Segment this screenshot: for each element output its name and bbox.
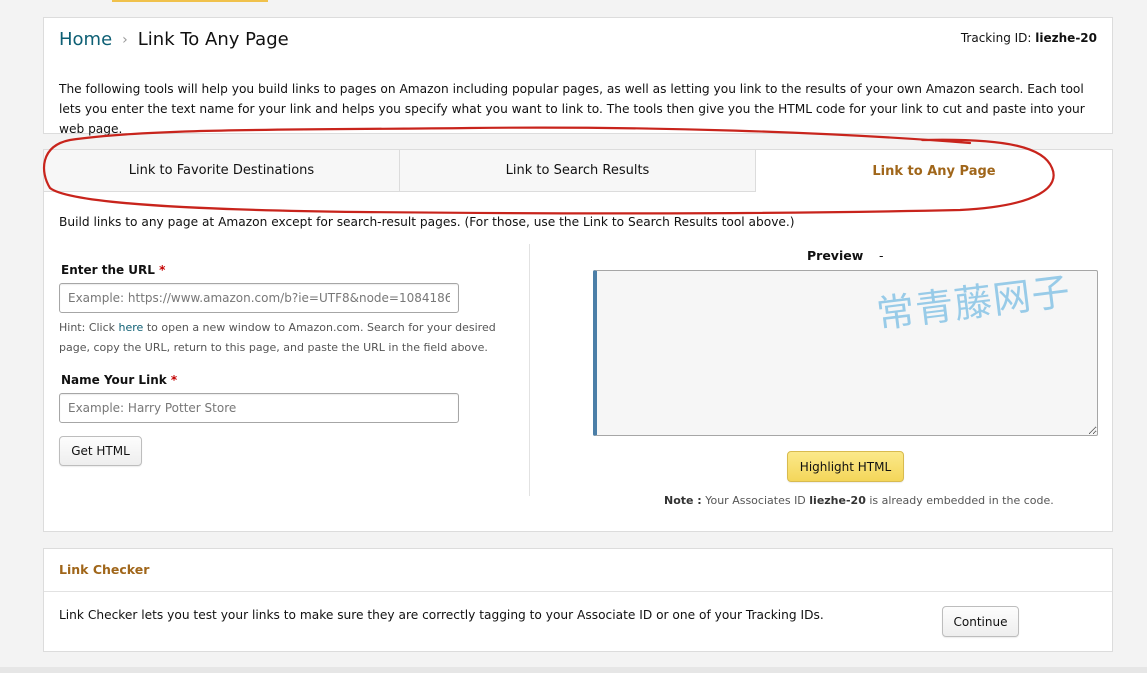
column-divider [529,244,530,496]
preview-label: Preview [807,248,864,263]
tool-tabs: Link to Favorite Destinations Link to Se… [44,150,1113,192]
note-label: Note : [664,494,702,507]
get-html-button[interactable]: Get HTML [59,436,142,466]
intro-text: The following tools will help you build … [59,82,1085,136]
highlight-html-button[interactable]: Highlight HTML [787,451,904,482]
link-checker-description: Link Checker lets you test your links to… [59,608,824,622]
top-accent-bar [112,0,268,2]
page-title: Link To Any Page [137,29,289,50]
link-checker-panel: Link Checker Link Checker lets you test … [43,548,1113,652]
link-checker-divider [44,591,1112,592]
breadcrumb: Home › Link To Any Page [59,29,289,50]
link-checker-title: Link Checker [59,562,150,577]
hint-here-link[interactable]: here [119,321,144,334]
breadcrumb-separator-icon: › [122,31,128,48]
required-mark: * [170,373,178,387]
preview-value: - [879,248,884,263]
url-label: Enter the URL * [61,263,165,277]
link-name-label-text: Name Your Link [61,373,167,387]
link-name-label: Name Your Link * [61,373,177,387]
url-hint: Hint: Click here to open a new window to… [59,318,519,358]
tab-any-page[interactable]: Link to Any Page [756,150,1112,192]
note-suffix: is already embedded in the code. [865,494,1054,507]
url-label-text: Enter the URL [61,263,155,277]
link-name-input[interactable] [59,393,459,423]
hint-prefix: Hint: Click [59,321,119,334]
tracking-id-value: liezhe-20 [1035,31,1097,45]
url-input[interactable] [59,283,459,313]
header-panel: Home › Link To Any Page Tracking ID: lie… [43,17,1113,136]
continue-button[interactable]: Continue [942,606,1019,637]
associates-note: Note : Your Associates ID liezhe-20 is a… [664,494,1054,507]
link-tool-panel: Link to Favorite Destinations Link to Se… [43,149,1113,532]
tab-description: Build links to any page at Amazon except… [59,215,795,229]
breadcrumb-home-link[interactable]: Home [59,29,112,50]
tab-search-results[interactable]: Link to Search Results [400,150,756,192]
tracking-id: Tracking ID: liezhe-20 [961,31,1097,45]
note-prefix: Your Associates ID [701,494,810,507]
note-associate-id: liezhe-20 [809,494,866,507]
bottom-strip [0,667,1147,673]
tab-favorite-destinations[interactable]: Link to Favorite Destinations [44,150,400,192]
required-mark: * [159,263,166,277]
tracking-id-label: Tracking ID: [960,31,1032,45]
